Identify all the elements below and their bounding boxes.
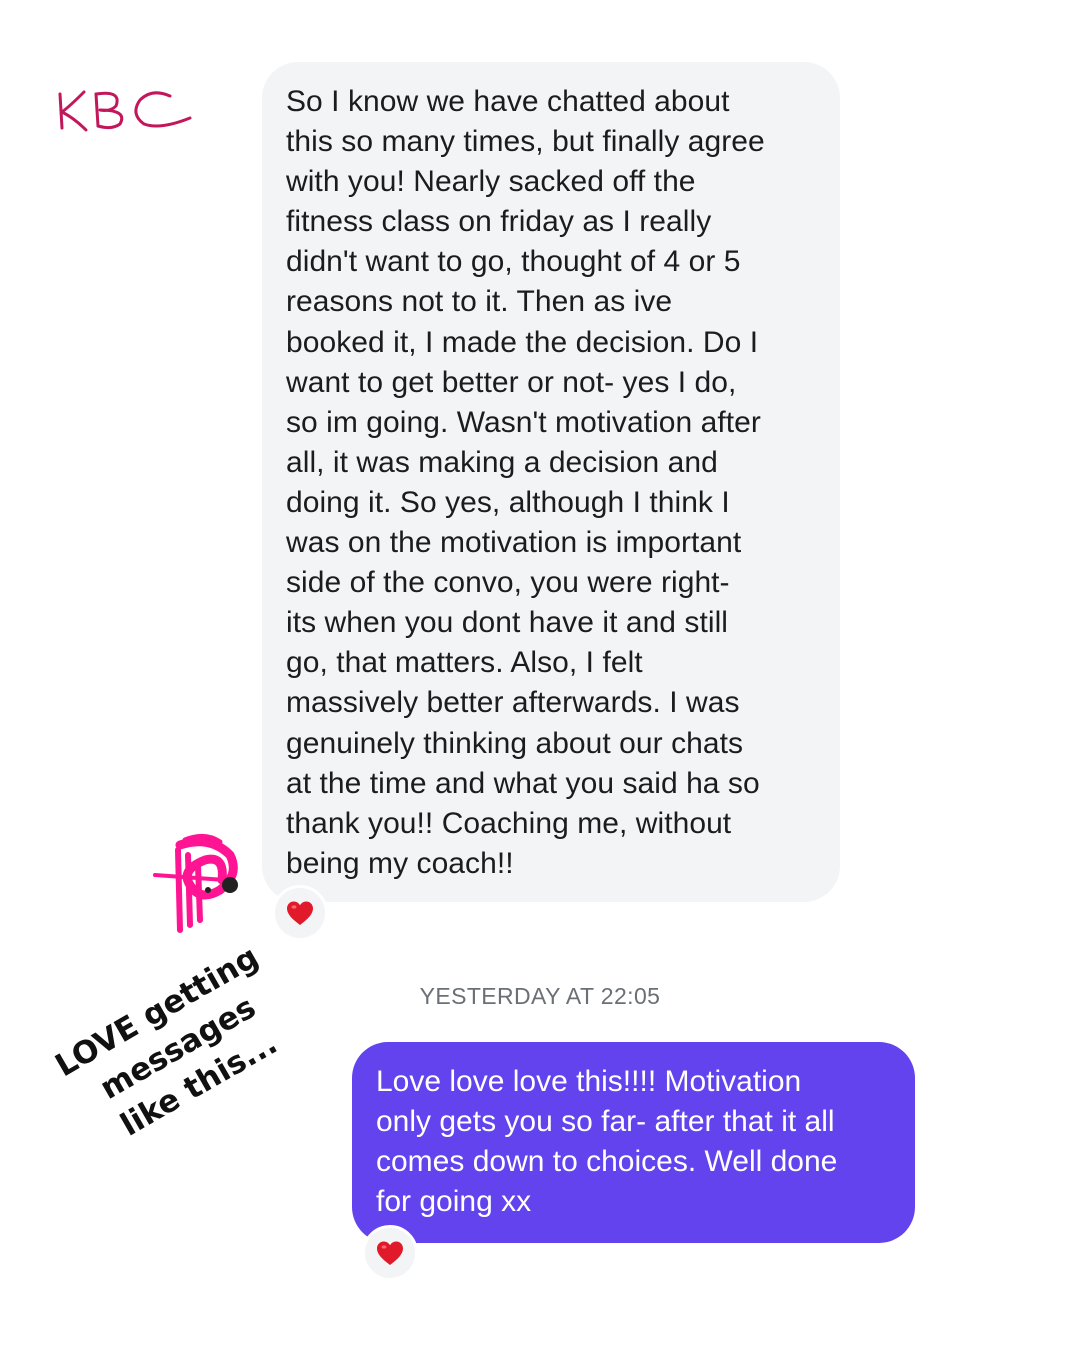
incoming-message-bubble[interactable]: So I know we have chatted about this so … [262,62,840,902]
kbc-logo-mark [58,90,192,132]
heart-icon [377,1241,403,1265]
story-caption: LOVE getting messages like this... [49,939,284,1144]
incoming-message-text: So I know we have chatted about this so … [286,85,765,880]
scribble-sticker [150,830,245,940]
message-timestamp: YESTERDAY AT 22:05 [419,983,661,1009]
heart-icon [287,901,313,925]
scribble-doodle [153,834,238,933]
outgoing-message-reaction[interactable] [362,1225,418,1281]
outgoing-message-bubble[interactable]: Love love love this!!!! Motivation only … [352,1042,915,1243]
outgoing-message-text: Love love love this!!!! Motivation only … [376,1065,838,1219]
kbc-logo [50,80,200,140]
incoming-message-reaction[interactable] [272,885,328,941]
